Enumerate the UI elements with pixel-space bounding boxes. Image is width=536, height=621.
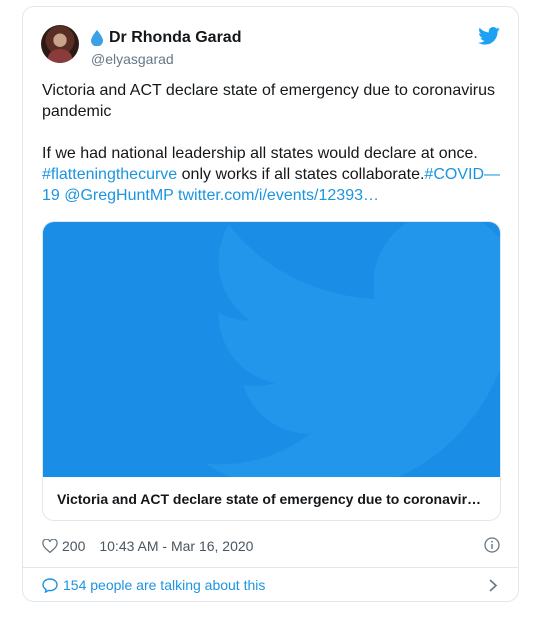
avatar[interactable] xyxy=(41,25,79,63)
divider xyxy=(23,567,518,568)
chevron-right-icon[interactable] xyxy=(488,578,498,593)
speech-bubble-icon xyxy=(42,577,58,593)
conversation-link[interactable]: 154 people are talking about this xyxy=(42,577,265,593)
mention-link[interactable]: @GregHuntMP xyxy=(60,187,173,204)
preview-image[interactable] xyxy=(43,222,500,477)
url-link[interactable]: twitter.com/i/events/12393… xyxy=(174,187,379,204)
tweet-meta: 200 10:43 AM - Mar 16, 2020 xyxy=(42,538,253,554)
tweet-text-segment: pandemic xyxy=(42,103,112,120)
author-name[interactable]: Dr Rhonda Garad xyxy=(109,29,241,47)
link-preview-card[interactable]: Victoria and ACT declare state of emerge… xyxy=(42,221,501,521)
twitter-bird-icon[interactable] xyxy=(478,27,500,45)
author-handle[interactable]: @elyasgarad xyxy=(91,51,174,67)
author-name-row[interactable]: Dr Rhonda Garad xyxy=(91,29,241,47)
tweet-text-segment: If we had national leadership all states… xyxy=(42,145,478,162)
twitter-bird-watermark-icon xyxy=(204,222,500,477)
tweet-line: If we had national leadership all states… xyxy=(42,143,502,206)
like-count[interactable]: 200 xyxy=(62,538,85,554)
conversation-count[interactable]: 154 people are talking about this xyxy=(63,577,265,593)
hashtag-link[interactable]: #COVID— xyxy=(424,166,500,183)
hashtag-link[interactable]: 19 xyxy=(42,187,60,204)
hashtag-link[interactable]: #flatteningthecurve xyxy=(42,166,177,183)
timestamp[interactable]: 10:43 AM - Mar 16, 2020 xyxy=(99,538,253,554)
water-drop-icon xyxy=(91,30,103,46)
info-icon[interactable] xyxy=(484,537,500,553)
tweet-text-segment: only works if all states collaborate. xyxy=(177,166,425,183)
tweet-line: Victoria and ACT declare state of emerge… xyxy=(42,80,502,122)
tweet-card[interactable]: Dr Rhonda Garad @elyasgarad Victoria and… xyxy=(22,6,519,602)
preview-title[interactable]: Victoria and ACT declare state of emerge… xyxy=(57,491,481,507)
heart-icon[interactable] xyxy=(42,539,58,553)
tweet-text: Victoria and ACT declare state of emerge… xyxy=(42,80,502,206)
tweet-text-segment: Victoria and ACT declare state of emerge… xyxy=(42,82,495,99)
